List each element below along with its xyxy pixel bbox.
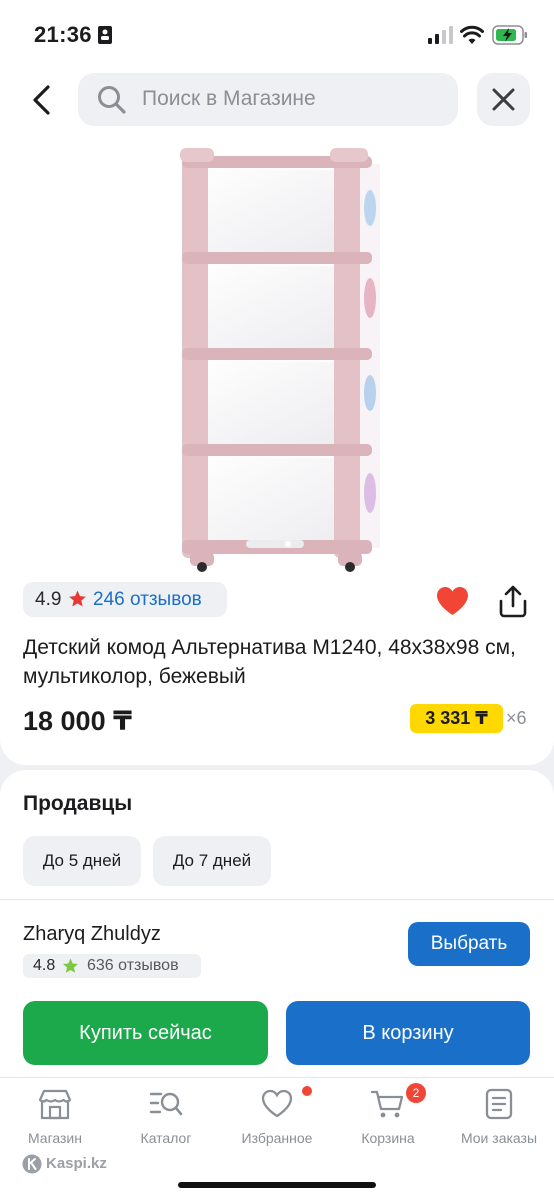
close-icon [492, 88, 515, 111]
product-card: 21:36 Поиск в Магазине 4.9 246 отзывов Д… [0, 0, 554, 765]
tab-label: Мои заказы [460, 1130, 538, 1146]
cellular-signal-icon [428, 26, 453, 44]
kaspi-logo-icon [22, 1154, 42, 1174]
catalog-search-icon [149, 1092, 183, 1116]
search-icon [98, 86, 126, 114]
delivery-filter-7-days[interactable]: До 7 дней [153, 836, 271, 886]
favorites-dot [302, 1086, 312, 1096]
favorite-heart-icon[interactable] [436, 586, 469, 616]
tab-cart[interactable]: 2 Корзина [333, 1083, 443, 1146]
rating-value: 4.9 [35, 589, 62, 610]
back-button[interactable] [22, 78, 62, 122]
status-time: 21:36 [34, 22, 92, 47]
seller-name[interactable]: Zharyq Zhuldyz [23, 923, 161, 946]
tab-label: Каталог [140, 1130, 192, 1146]
reviews-link[interactable]: 246 отзывов [93, 589, 202, 611]
rating-chip[interactable]: 4.9 246 отзывов [23, 582, 227, 617]
battery-charging-icon [492, 25, 527, 45]
tab-label: Корзина [361, 1130, 415, 1146]
status-bar: 21:36 [0, 0, 554, 64]
chevron-left-icon [33, 85, 50, 115]
star-icon [69, 590, 86, 607]
delivery-filter-5-days[interactable]: До 5 дней [23, 836, 141, 886]
id-card-icon [98, 26, 112, 44]
seller-rating-chip: 4.8 636 отзывов [23, 954, 201, 978]
add-to-cart-button[interactable]: В корзину [286, 1001, 530, 1065]
heart-outline-icon [261, 1089, 293, 1118]
watermark-text: Kaspi.kz [46, 1155, 107, 1172]
tab-label: Магазин [27, 1130, 82, 1146]
sellers-title: Продавцы [23, 792, 133, 815]
divider [0, 899, 554, 900]
search-placeholder: Поиск в Магазине [142, 87, 316, 110]
cart-badge: 2 [406, 1083, 426, 1103]
seller-reviews: 636 отзывов [87, 957, 179, 974]
seller-rating-value: 4.8 [33, 957, 56, 974]
product-price: 18 000 ₸ [23, 706, 132, 736]
search-input[interactable]: Поиск в Магазине [78, 73, 458, 126]
tab-favorites[interactable]: Избранное [222, 1086, 332, 1146]
tab-catalog[interactable]: Каталог [111, 1088, 221, 1146]
orders-icon [485, 1088, 513, 1120]
store-icon [38, 1089, 72, 1120]
sellers-section: Продавцы До 5 дней До 7 дней Zharyq Zhul… [0, 770, 554, 1100]
close-button[interactable] [477, 73, 530, 126]
installment-badge[interactable]: 3 331 ₸ [410, 704, 503, 733]
installment-months: ×6 [506, 708, 527, 728]
cart-icon [370, 1090, 404, 1118]
wifi-icon [460, 25, 484, 44]
buy-now-button[interactable]: Купить сейчас [23, 1001, 268, 1065]
tab-orders[interactable]: Мои заказы [444, 1088, 554, 1146]
star-icon [63, 958, 78, 973]
share-icon[interactable] [497, 585, 529, 619]
tab-store[interactable]: Магазин [0, 1088, 110, 1146]
home-indicator[interactable] [178, 1182, 376, 1188]
tab-label: Избранное [241, 1130, 313, 1146]
choose-seller-button[interactable]: Выбрать [408, 922, 530, 966]
product-title: Детский комод Альтернатива М1240, 48x38x… [23, 636, 516, 688]
product-image[interactable] [170, 148, 386, 574]
